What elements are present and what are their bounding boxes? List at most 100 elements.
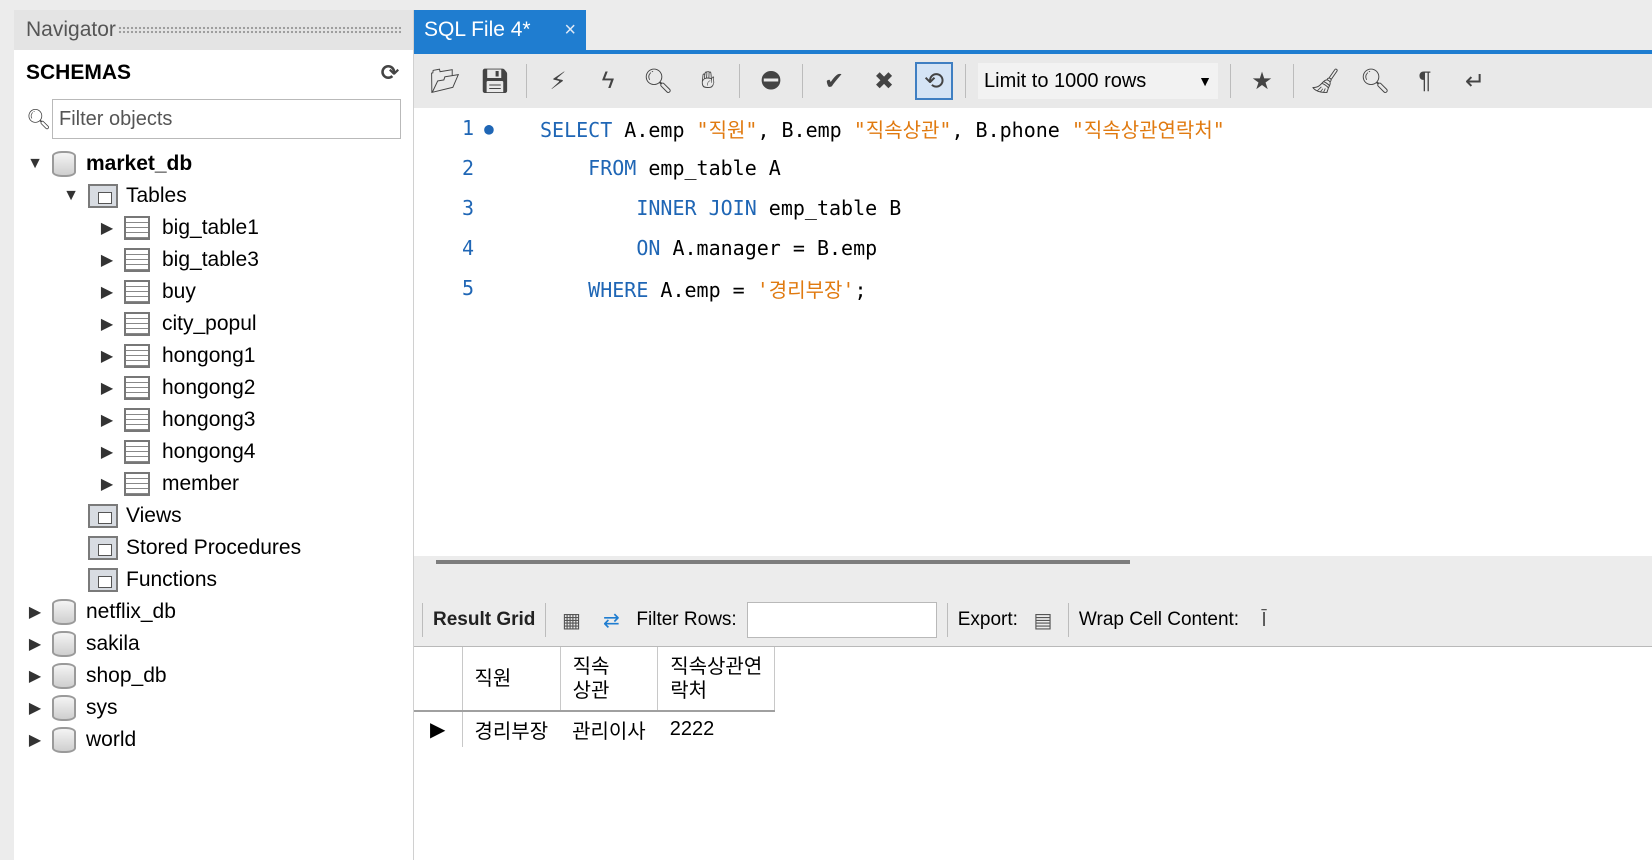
expand-triangle-icon[interactable]: ▶ <box>24 698 46 718</box>
schema-item[interactable]: ▶ netflix_db <box>14 596 413 628</box>
invisible-chars-icon[interactable]: ¶ <box>1406 62 1444 100</box>
export-icon[interactable]: ▤ <box>1028 606 1058 634</box>
table-icon <box>124 280 150 304</box>
add-snippet-star-icon[interactable]: ★ <box>1243 62 1281 100</box>
close-icon[interactable]: × <box>564 19 576 42</box>
result-grid-tab[interactable]: Result Grid <box>433 609 535 631</box>
table-item[interactable]: ▶ hongong4 <box>14 436 413 468</box>
expand-triangle-icon[interactable]: ▶ <box>24 730 46 750</box>
sql-code-editor[interactable]: 1 ● SELECT A.emp "직원", B.emp "직속상관", B.pho… <box>414 108 1652 564</box>
autocommit-toggle-icon[interactable]: ⟲ <box>915 62 953 100</box>
sql-keyword: WHERE <box>588 277 649 302</box>
limit-rows-select[interactable]: Limit to 1000 rows ▼ <box>978 63 1218 99</box>
sql-keyword: INNER <box>636 196 697 220</box>
table-item[interactable]: ▶ city_popul <box>14 308 413 340</box>
filter-rows-input[interactable] <box>746 602 937 638</box>
expand-triangle-icon[interactable]: ▶ <box>96 218 118 238</box>
expand-triangle-icon[interactable]: ▼ <box>24 155 46 173</box>
separator <box>739 64 740 98</box>
column-header[interactable]: 직원 <box>462 647 561 712</box>
table-cell[interactable]: 경리부장 <box>462 711 560 747</box>
save-icon[interactable]: 💾︎ <box>476 62 514 100</box>
row-pointer-icon: ▶ <box>414 711 463 747</box>
grid-view-icon[interactable]: ▦ <box>556 606 586 634</box>
expand-triangle-icon[interactable]: ▶ <box>24 602 46 622</box>
column-header[interactable]: 직속 상관 <box>560 647 659 712</box>
execute-current-icon[interactable]: ϟ <box>589 62 627 100</box>
table-item[interactable]: ▶ hongong3 <box>14 404 413 436</box>
explain-icon[interactable]: 🔍︎ <box>639 62 677 100</box>
refresh-icon[interactable]: ⇄ <box>596 606 626 634</box>
beautify-broom-icon[interactable]: 🧹︎ <box>1306 62 1344 100</box>
table-name: city_popul <box>162 312 257 335</box>
header-grip[interactable] <box>117 26 401 34</box>
line-number: 1 <box>461 116 474 140</box>
expand-triangle-icon[interactable]: ▶ <box>96 282 118 302</box>
separator <box>802 64 803 98</box>
schema-item[interactable]: ▶ sys <box>14 692 413 724</box>
table-icon <box>124 344 150 368</box>
sql-editor-area: SQL File 4* × 📂︎ 💾︎ ⚡︎ ϟ 🔍︎ ✋︎ ⛔︎ ✔︎ ✖︎ … <box>414 10 1652 860</box>
table-row[interactable]: ▶ 경리부장 관리이사 2222 <box>414 711 775 747</box>
find-icon[interactable]: 🔍︎ <box>1356 62 1394 100</box>
editor-toolbar: 📂︎ 💾︎ ⚡︎ ϟ 🔍︎ ✋︎ ⛔︎ ✔︎ ✖︎ ⟲ Limit to 100… <box>414 50 1652 108</box>
expand-triangle-icon[interactable]: ▶ <box>96 378 118 398</box>
table-item[interactable]: ▶ member <box>14 468 413 500</box>
line-number: 3 <box>461 196 474 220</box>
wrap-lines-icon[interactable]: ↵ <box>1456 62 1494 100</box>
table-item[interactable]: ▶ hongong1 <box>14 340 413 372</box>
stop-icon[interactable]: ✋︎ <box>689 62 727 100</box>
expand-triangle-icon[interactable]: ▶ <box>24 634 46 654</box>
table-item[interactable]: ▶ big_table1 <box>14 212 413 244</box>
table-name: big_table1 <box>162 216 259 239</box>
sql-keyword: JOIN <box>708 196 757 220</box>
refresh-schemas-icon[interactable]: ⟳ <box>377 60 403 86</box>
wrap-cell-icon[interactable]: Ī <box>1249 606 1279 634</box>
expand-triangle-icon[interactable]: ▶ <box>96 346 118 366</box>
table-icon <box>124 216 150 240</box>
other-schemas: ▶ netflix_db ▶ sakila ▶ shop_db ▶ sys ▶ world <box>14 596 413 756</box>
views-folder[interactable]: Views <box>14 500 413 532</box>
table-icon <box>124 248 150 272</box>
open-folder-icon[interactable]: 📂︎ <box>426 62 464 100</box>
table-item[interactable]: ▶ hongong2 <box>14 372 413 404</box>
tables-label: Tables <box>126 184 187 207</box>
sql-token: A.manager = B.emp <box>660 236 878 260</box>
schema-item[interactable]: ▶ shop_db <box>14 660 413 692</box>
code-lines: 1 ● SELECT A.emp "직원", B.emp "직속상관", B.pho… <box>414 108 1652 308</box>
schema-item[interactable]: ▶ world <box>14 724 413 756</box>
table-name: hongong2 <box>162 376 256 399</box>
rollback-icon[interactable]: ✖︎ <box>865 62 903 100</box>
separator <box>1067 603 1069 637</box>
expand-triangle-icon[interactable]: ▼ <box>60 187 82 205</box>
tab-sql-file[interactable]: SQL File 4* × <box>414 10 586 50</box>
separator <box>965 64 966 98</box>
database-icon <box>52 631 76 657</box>
expand-triangle-icon[interactable]: ▶ <box>96 442 118 462</box>
table-item[interactable]: ▶ big_table3 <box>14 244 413 276</box>
table-cell[interactable]: 2222 <box>658 711 775 747</box>
code-text: ON A.manager = B.emp <box>540 236 877 260</box>
table-list: ▶ big_table1 ▶ big_table3 ▶ buy ▶ city_popul ▶ ho… <box>14 212 413 500</box>
expand-triangle-icon[interactable]: ▶ <box>96 474 118 494</box>
sql-token: A.emp <box>612 117 697 142</box>
stop-on-error-icon[interactable]: ⛔︎ <box>752 62 790 100</box>
tables-folder[interactable]: ▼ Tables <box>14 180 413 212</box>
functions-folder[interactable]: Functions <box>14 564 413 596</box>
commit-icon[interactable]: ✔︎ <box>815 62 853 100</box>
stored-procedures-folder[interactable]: Stored Procedures <box>14 532 413 564</box>
execute-icon[interactable]: ⚡︎ <box>539 62 577 100</box>
expand-triangle-icon[interactable]: ▶ <box>24 666 46 686</box>
filter-objects-input[interactable] <box>52 99 401 139</box>
expand-triangle-icon[interactable]: ▶ <box>96 250 118 270</box>
schema-item[interactable]: ▶ sakila <box>14 628 413 660</box>
table-item[interactable]: ▶ buy <box>14 276 413 308</box>
expand-triangle-icon[interactable]: ▶ <box>96 410 118 430</box>
horizontal-scrollbar[interactable] <box>436 560 1130 564</box>
table-cell[interactable]: 관리이사 <box>560 711 658 747</box>
filter-row: 🔍︎ <box>14 96 413 142</box>
schema-market-db[interactable]: ▼ market_db <box>14 148 413 180</box>
expand-triangle-icon[interactable]: ▶ <box>96 314 118 334</box>
column-header[interactable]: 직속상관연 락처 <box>657 647 776 712</box>
